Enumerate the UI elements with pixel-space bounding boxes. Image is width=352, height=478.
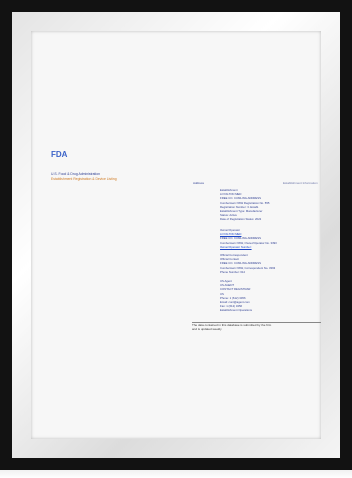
address-label: Address	[193, 181, 205, 185]
owner-operator-section: Owner/Operator LOYALTON MED FREE CO. CUMLI…	[220, 228, 277, 249]
document-header-line-1: U.S. Food & Drug Administration	[51, 172, 100, 176]
wall-strip	[0, 470, 352, 478]
document-footer: The data contained in this database is s…	[192, 323, 271, 331]
document-line: Date of Registration Status: 2022	[220, 217, 262, 222]
establishment-section: Establishment LOYALTON MED FREE CO. CUMLIN…	[220, 188, 269, 222]
document-line[interactable]: Owner/Operator Number:	[220, 245, 277, 249]
document-line: CONTACT REGISTRAR	[220, 287, 251, 292]
official-correspondent-section: Official Correspondent Official Contact FR…	[220, 253, 275, 274]
document-line: Phone Number: 612	[220, 269, 246, 274]
footer-line-2: and is updated weekly	[192, 327, 222, 332]
document-line: Establishment Operations	[220, 308, 253, 313]
us-agent-section: US Agent US AGENT CONTACT REGISTRAR US Phone…	[220, 279, 252, 313]
fda-logo: FDA	[51, 150, 68, 159]
establishment-info-label: Establishment Information	[283, 181, 318, 185]
framed-document: FDA U.S. Food & Drug Administration Esta…	[31, 31, 321, 439]
document-header-line-2: Establishment Registration & Device List…	[51, 177, 117, 181]
